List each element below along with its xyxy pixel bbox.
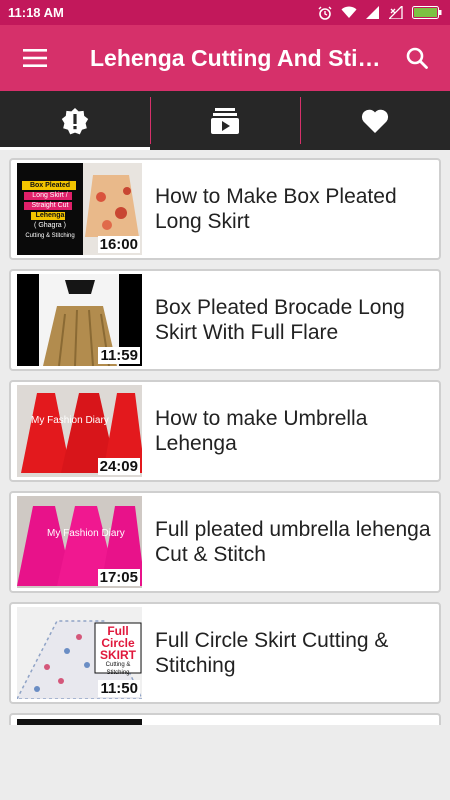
thumb-text: Cutting & Stitching <box>25 233 75 239</box>
video-thumbnail: Full Circle SKIRT Cutting & Stitching 11… <box>17 607 142 699</box>
search-icon <box>406 47 428 69</box>
video-library-icon <box>211 107 239 134</box>
video-card[interactable]: My Fashion Diary 24:09 How to make Umbre… <box>9 380 441 482</box>
video-list[interactable]: Box Pleated Long Skirt / Straight Cut Le… <box>0 150 450 725</box>
video-card[interactable]: My Fashion Diary 17:05 Full pleated umbr… <box>9 491 441 593</box>
search-button[interactable] <box>384 25 450 91</box>
video-thumbnail: 11:59 <box>17 274 142 366</box>
tab-new[interactable] <box>0 91 150 150</box>
tab-library[interactable] <box>150 91 300 150</box>
battery-icon <box>412 6 442 19</box>
video-thumbnail: Box Pleated Long Skirt / Straight Cut Le… <box>17 163 142 255</box>
tab-bar <box>0 91 450 150</box>
thumb-text: ( Ghagra ) <box>34 222 66 229</box>
video-thumbnail: My Fashion Diary 24:09 <box>17 385 142 477</box>
thumb-text: Box Pleated <box>29 182 71 189</box>
thumb-watermark: My Fashion Diary <box>47 528 125 539</box>
empty-area <box>0 725 450 800</box>
app-title: Lehenga Cutting And Stitching <box>90 44 384 71</box>
status-time: 11:18 AM <box>8 5 64 20</box>
signal-off-icon <box>389 6 403 19</box>
video-card[interactable]: Full Circle SKIRT Cutting & Stitching 11… <box>9 602 441 704</box>
video-card[interactable]: Box Pleated Long Skirt / Straight Cut Le… <box>9 158 441 260</box>
video-title: How to make Umbrella Lehenga <box>155 407 368 455</box>
status-bar: 11:18 AM <box>0 0 450 25</box>
menu-button[interactable] <box>0 25 70 91</box>
thumb-text: Cutting & Stitching <box>105 662 131 676</box>
video-card[interactable]: 11:59 Box Pleated Brocade Long Skirt Wit… <box>9 269 441 371</box>
signal-icon <box>366 6 379 19</box>
video-title: How to Make Box Pleated Long Skirt <box>155 185 397 233</box>
video-duration: 24:09 <box>97 458 140 475</box>
thumb-text: SKIRT <box>100 648 136 662</box>
video-thumbnail: My Fashion Diary 17:05 <box>17 496 142 588</box>
video-duration: 11:59 <box>98 347 140 364</box>
app-bar: Lehenga Cutting And Stitching <box>0 25 450 91</box>
video-title: Full pleated umbrella lehenga Cut & Stit… <box>155 518 431 566</box>
wifi-icon <box>341 6 357 18</box>
video-title: Full Circle Skirt Cutting & Stitching <box>155 629 389 677</box>
video-title: Box Pleated Brocade Long Skirt With Full… <box>155 296 405 344</box>
thumb-text: Lehenga <box>35 212 65 219</box>
heart-icon <box>361 109 389 133</box>
video-duration: 11:50 <box>98 680 140 697</box>
thumb-watermark: My Fashion Diary <box>31 415 109 426</box>
thumb-text: Straight Cut <box>31 202 69 209</box>
alert-badge-icon <box>61 107 89 134</box>
video-card[interactable] <box>9 713 441 725</box>
video-duration: 17:05 <box>97 569 140 586</box>
hamburger-icon <box>23 49 47 67</box>
thumb-text: Long Skirt / <box>32 192 68 199</box>
tab-favorites[interactable] <box>300 91 450 150</box>
video-duration: 16:00 <box>97 236 140 253</box>
alarm-icon <box>318 6 332 20</box>
